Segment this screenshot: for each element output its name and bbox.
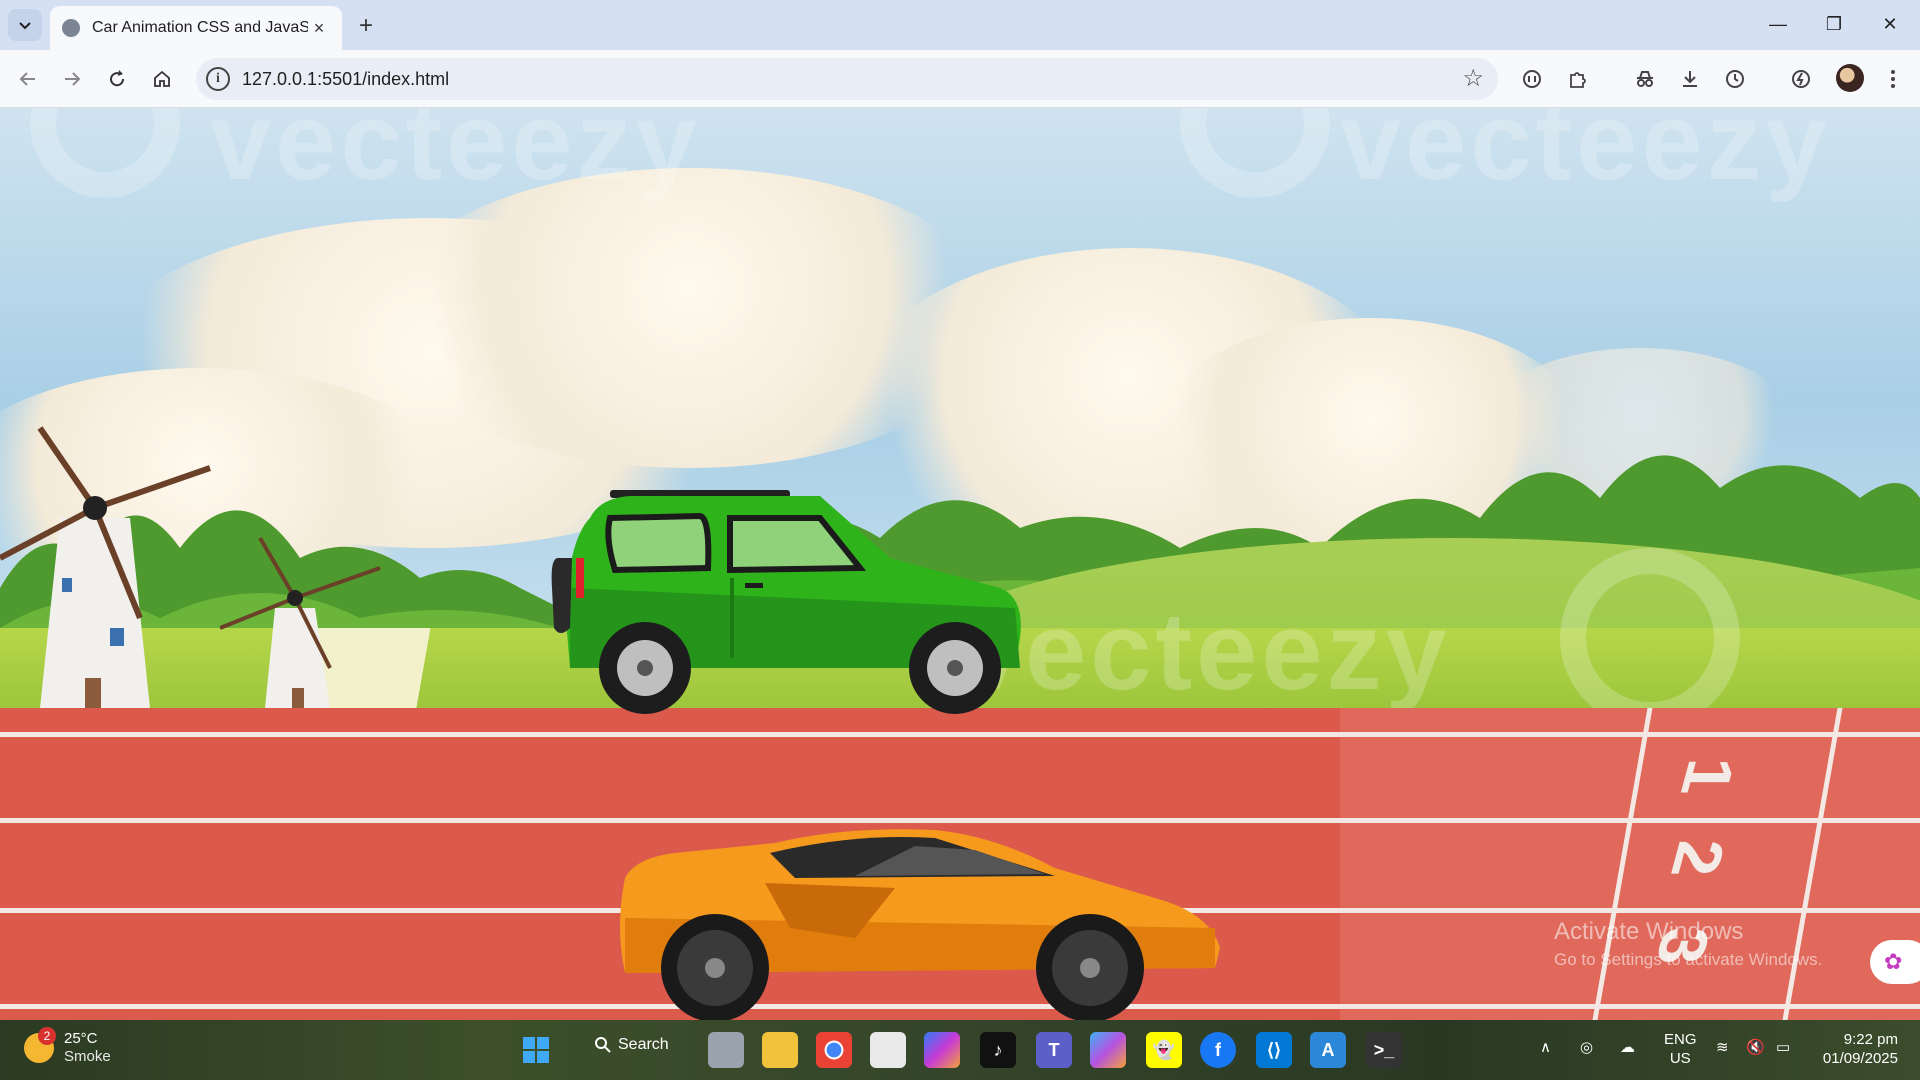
speed-icon — [1792, 70, 1810, 88]
file-explorer-icon[interactable] — [762, 1032, 798, 1068]
more-vertical-icon — [1891, 70, 1895, 88]
activate-windows-watermark: Activate Windows Go to Settings to activ… — [1554, 918, 1822, 970]
watermark-logo — [1560, 548, 1740, 728]
language-indicator[interactable]: ENG US — [1664, 1030, 1697, 1068]
home-icon — [154, 70, 170, 87]
taskbar-search[interactable]: Search — [594, 1036, 669, 1054]
clock[interactable]: 9:22 pm 01/09/2025 — [1816, 1030, 1898, 1068]
arrow-right-icon — [65, 72, 81, 86]
restore-button[interactable]: ❐ — [1806, 6, 1862, 42]
history-icon — [1726, 70, 1744, 88]
url-text: 127.0.0.1:5501/index.html — [242, 69, 450, 89]
weather-widget[interactable]: 2 25°C Smoke — [24, 1027, 111, 1066]
circle-extension-icon — [1523, 70, 1541, 88]
onedrive-cloud-icon[interactable]: ☁ — [1620, 1038, 1635, 1057]
lane-number-2: 2 — [1656, 839, 1741, 877]
azure-icon[interactable]: A — [1310, 1032, 1346, 1068]
task-view-icon[interactable] — [708, 1032, 744, 1068]
performance-button[interactable] — [1785, 63, 1817, 95]
minimize-button[interactable]: — — [1750, 6, 1806, 42]
bookmark-star-icon[interactable]: ☆ — [1462, 64, 1484, 93]
profile-avatar[interactable] — [1836, 64, 1864, 92]
weather-badge: 2 — [38, 1027, 56, 1045]
reload-icon — [110, 70, 125, 87]
menu-button[interactable] — [1877, 63, 1909, 95]
copilot-icon[interactable] — [1090, 1032, 1126, 1068]
home-button[interactable] — [146, 63, 178, 95]
incognito-button[interactable] — [1629, 63, 1661, 95]
windows-logo-icon — [523, 1037, 549, 1063]
chrome-icon[interactable] — [816, 1032, 852, 1068]
tab-active[interactable]: Car Animation CSS and JavaScri × — [50, 6, 342, 50]
watermark-text: vecteezy — [960, 590, 1451, 713]
facebook-icon[interactable]: f — [1200, 1032, 1236, 1068]
downloads-button[interactable] — [1674, 63, 1706, 95]
green-jeep — [551, 490, 1021, 714]
clock-date: 01/09/2025 — [1822, 1050, 1898, 1067]
tab-title: Car Animation CSS and JavaScri — [92, 19, 308, 36]
windmill-large — [0, 426, 211, 708]
weather-condition: Smoke — [64, 1048, 111, 1065]
weather-sun-icon: 2 — [24, 1027, 56, 1063]
close-window-button[interactable]: ✕ — [1862, 6, 1918, 42]
language-line2: US — [1669, 1050, 1691, 1067]
tab-bar: Car Animation CSS and JavaScri × + — ❐ ✕ — [0, 0, 1920, 50]
address-bar[interactable]: i 127.0.0.1:5501/index.html ☆ — [196, 58, 1498, 100]
back-button[interactable] — [12, 63, 44, 95]
chevron-down-icon — [19, 22, 31, 30]
watermark-text: vecteezy — [210, 108, 701, 203]
site-info-icon[interactable]: i — [206, 67, 230, 91]
m365-icon[interactable] — [924, 1032, 960, 1068]
language-line1: ENG — [1664, 1031, 1697, 1048]
download-icon — [1683, 71, 1697, 87]
show-hidden-icons[interactable]: ∧ — [1540, 1038, 1551, 1057]
taskbar: 2 25°C Smoke Search ♪ T 👻 f ⟨⟩ A >_ ∧ ◎ … — [0, 1020, 1920, 1080]
speaker-muted-icon[interactable]: 🔇 — [1746, 1038, 1765, 1057]
globe-icon — [62, 19, 80, 37]
activate-windows-subtitle: Go to Settings to activate Windows. — [1554, 950, 1823, 969]
wifi-icon[interactable]: ≋ — [1716, 1038, 1729, 1057]
search-icon — [595, 1037, 611, 1053]
terminal-icon[interactable]: >_ — [1366, 1032, 1402, 1068]
activate-windows-title: Activate Windows — [1554, 918, 1744, 945]
screen: Car Animation CSS and JavaScri × + — ❐ ✕… — [0, 0, 1920, 1080]
brain-icon: ✿ — [1884, 949, 1903, 974]
snapchat-icon[interactable]: 👻 — [1146, 1032, 1182, 1068]
windmill-small — [220, 536, 381, 708]
lane-line — [0, 732, 1920, 737]
weather-temperature: 25°C — [64, 1030, 98, 1047]
vscode-icon[interactable]: ⟨⟩ — [1256, 1032, 1292, 1068]
reload-button[interactable] — [101, 63, 133, 95]
arrow-left-icon — [19, 72, 35, 86]
battery-icon[interactable]: ▭ — [1776, 1038, 1790, 1057]
orange-sports-car — [620, 829, 1220, 1020]
new-tab-button[interactable]: + — [352, 12, 380, 40]
extension-button-1[interactable] — [1516, 63, 1548, 95]
forward-button[interactable] — [56, 63, 88, 95]
lane-number-1: 1 — [1666, 757, 1751, 795]
teams-icon[interactable]: T — [1036, 1032, 1072, 1068]
history-button[interactable] — [1719, 63, 1751, 95]
sidebar-ai-button[interactable]: ✿ — [1870, 940, 1920, 984]
tiktok-icon[interactable]: ♪ — [980, 1032, 1016, 1068]
incognito-icon — [1637, 71, 1653, 87]
tab-close-button[interactable]: × — [308, 17, 330, 39]
browser-toolbar: i 127.0.0.1:5501/index.html ☆ — [0, 50, 1920, 108]
extensions-button[interactable] — [1562, 63, 1594, 95]
microsoft-store-icon[interactable] — [870, 1032, 906, 1068]
meet-now-icon[interactable]: ◎ — [1580, 1038, 1593, 1057]
search-label: Search — [618, 1036, 669, 1053]
puzzle-icon — [1570, 72, 1586, 88]
tab-search-button[interactable] — [8, 9, 42, 41]
watermark-text: vecteezy — [1340, 108, 1831, 203]
clock-time: 9:22 pm — [1843, 1031, 1898, 1048]
start-button[interactable] — [518, 1032, 554, 1068]
car-animation-page: vecteezy vecteezy vecteezy 1 2 3 Activat… — [0, 108, 1920, 1020]
